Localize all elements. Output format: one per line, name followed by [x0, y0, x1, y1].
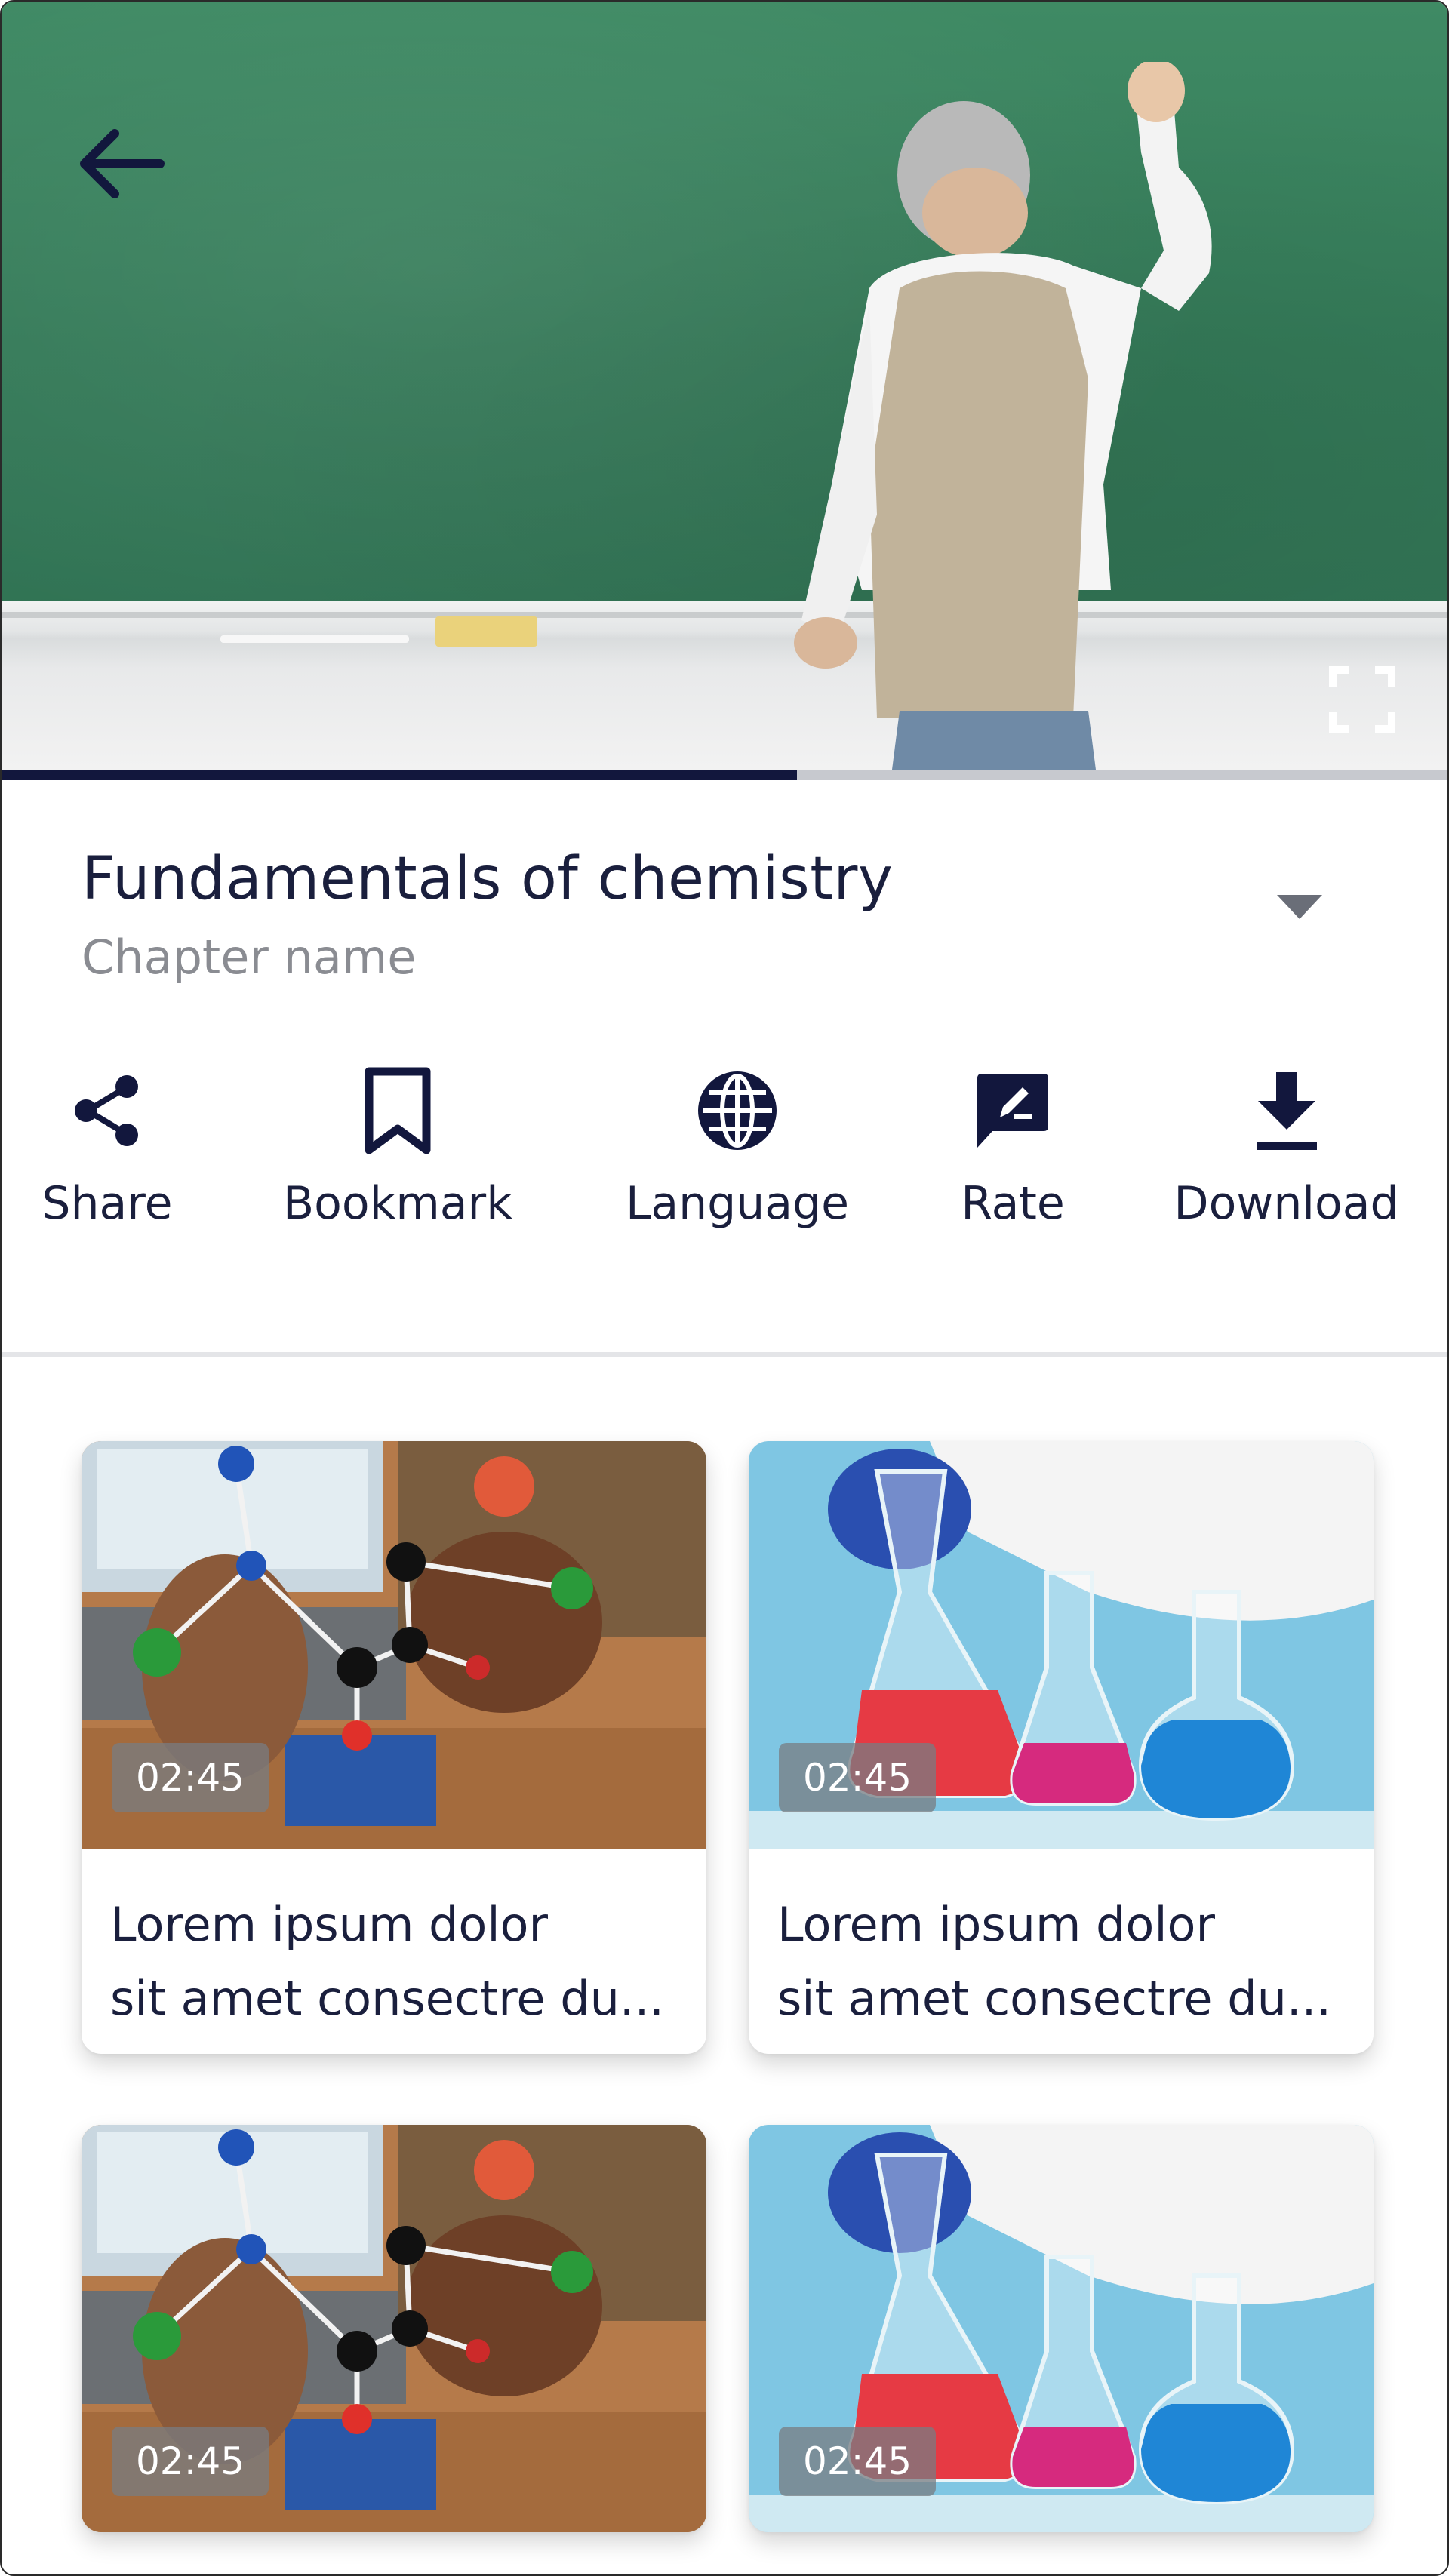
video-title-line-1: Lorem ipsum dolor	[777, 1897, 1215, 1952]
video-thumbnail: 02:45	[82, 1441, 706, 1849]
video-card[interactable]: 02:45	[749, 2125, 1374, 2532]
fullscreen-button[interactable]	[1328, 666, 1396, 733]
download-button[interactable]: Download	[1156, 1065, 1417, 1230]
teacher-figure	[794, 62, 1212, 770]
download-icon	[1256, 1072, 1317, 1150]
expand-details-button[interactable]	[1269, 884, 1330, 930]
language-button[interactable]: Language	[605, 1065, 869, 1230]
video-caption: Lorem ipsum dolor sit amet consectre du.…	[82, 1849, 706, 2054]
share-icon	[75, 1075, 138, 1146]
video-duration: 02:45	[779, 2427, 937, 2496]
video-player[interactable]	[2, 2, 1447, 770]
bookmark-button[interactable]: Bookmark	[269, 1065, 526, 1230]
video-title-line-1: Lorem ipsum dolor	[110, 1897, 548, 1952]
rate-icon	[977, 1074, 1048, 1148]
video-duration: 02:45	[112, 2427, 269, 2496]
bookmark-label: Bookmark	[283, 1177, 512, 1230]
video-progress-bar[interactable]	[2, 770, 1447, 780]
back-button[interactable]	[73, 115, 171, 213]
video-duration: 02:45	[112, 1743, 269, 1812]
app-frame: Fundamentals of chemistry Chapter name S…	[0, 0, 1449, 2576]
video-thumbnail: 02:45	[82, 2125, 706, 2532]
video-caption: Lorem ipsum dolor sit amet consectre du.…	[749, 1849, 1374, 2054]
video-card[interactable]: 02:45	[82, 2125, 706, 2532]
video-duration: 02:45	[779, 1743, 937, 1812]
arrow-left-icon	[80, 129, 165, 198]
section-divider	[2, 1352, 1447, 1357]
language-label: Language	[625, 1177, 850, 1230]
share-label: Share	[42, 1177, 173, 1230]
video-thumbnail: 02:45	[749, 2125, 1374, 2532]
share-button[interactable]: Share	[24, 1065, 190, 1230]
video-title-line-2: sit amet consectre du...	[777, 1971, 1332, 2026]
fullscreen-icon	[1329, 666, 1395, 733]
rate-button[interactable]: Rate	[937, 1065, 1088, 1230]
globe-icon	[698, 1071, 777, 1150]
download-label: Download	[1174, 1177, 1399, 1230]
video-title: Fundamentals of chemistry	[82, 845, 894, 913]
bookmark-icon	[365, 1067, 431, 1154]
video-thumbnail: 02:45	[749, 1441, 1374, 1849]
board-eraser	[435, 616, 537, 647]
chapter-name: Chapter name	[82, 930, 417, 985]
chalk-stick	[220, 635, 409, 643]
action-bar: Share Bookmark Language Rate Download	[2, 1065, 1447, 1262]
video-progress-fill	[2, 770, 797, 780]
video-card[interactable]: 02:45 Lorem ipsum dolor sit amet consect…	[82, 1441, 706, 2054]
rate-label: Rate	[961, 1177, 1065, 1230]
video-title-line-2: sit amet consectre du...	[110, 1971, 665, 2026]
video-card[interactable]: 02:45 Lorem ipsum dolor sit amet consect…	[749, 1441, 1374, 2054]
caret-down-icon	[1277, 895, 1322, 919]
